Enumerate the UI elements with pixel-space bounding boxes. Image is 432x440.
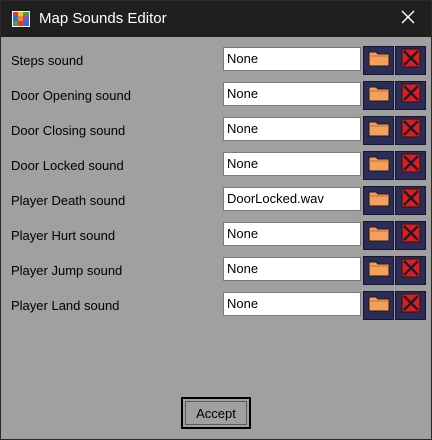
red-x-icon: [400, 152, 422, 179]
folder-icon: [368, 84, 390, 107]
close-button[interactable]: [385, 1, 431, 37]
door-opening-sound-browse-button[interactable]: [363, 81, 394, 110]
row-door-opening-sound: Door Opening sound None: [1, 80, 431, 110]
map-sounds-editor-window: Map Sounds Editor Steps sound None Door …: [0, 0, 432, 440]
player-hurt-sound-browse-button[interactable]: [363, 221, 394, 250]
door-locked-sound-browse-button[interactable]: [363, 151, 394, 180]
player-death-sound-label: Player Death sound: [11, 193, 126, 208]
row-player-death-sound: Player Death sound DoorLocked.wav: [1, 185, 431, 215]
player-hurt-sound-clear-button[interactable]: [395, 221, 426, 250]
row-door-locked-sound: Door Locked sound None: [1, 150, 431, 180]
player-death-sound-clear-button[interactable]: [395, 186, 426, 215]
red-x-icon: [400, 47, 422, 74]
player-land-sound-clear-button[interactable]: [395, 291, 426, 320]
title-bar[interactable]: Map Sounds Editor: [1, 1, 431, 37]
steps-sound-browse-button[interactable]: [363, 46, 394, 75]
row-door-closing-sound: Door Closing sound None: [1, 115, 431, 145]
folder-icon: [368, 224, 390, 247]
door-closing-sound-label: Door Closing sound: [11, 123, 126, 138]
door-opening-sound-label: Door Opening sound: [11, 88, 131, 103]
player-jump-sound-label: Player Jump sound: [11, 263, 123, 278]
folder-icon: [368, 119, 390, 142]
folder-icon: [368, 154, 390, 177]
red-x-icon: [400, 187, 422, 214]
player-hurt-sound-field[interactable]: None: [223, 222, 361, 246]
door-closing-sound-browse-button[interactable]: [363, 116, 394, 145]
player-death-sound-browse-button[interactable]: [363, 186, 394, 215]
folder-icon: [368, 259, 390, 282]
door-locked-sound-clear-button[interactable]: [395, 151, 426, 180]
door-closing-sound-field[interactable]: None: [223, 117, 361, 141]
player-jump-sound-browse-button[interactable]: [363, 256, 394, 285]
red-x-icon: [400, 117, 422, 144]
red-x-icon: [400, 292, 422, 319]
row-player-land-sound: Player Land sound None: [1, 290, 431, 320]
close-icon: [401, 10, 415, 29]
door-locked-sound-field[interactable]: None: [223, 152, 361, 176]
red-x-icon: [400, 82, 422, 109]
player-land-sound-label: Player Land sound: [11, 298, 120, 313]
door-opening-sound-field[interactable]: None: [223, 82, 361, 106]
row-player-hurt-sound: Player Hurt sound None: [1, 220, 431, 250]
steps-sound-clear-button[interactable]: [395, 46, 426, 75]
color-grid-icon: [12, 11, 30, 27]
accept-button[interactable]: Accept: [181, 397, 251, 429]
folder-icon: [368, 189, 390, 212]
folder-icon: [368, 294, 390, 317]
door-locked-sound-label: Door Locked sound: [11, 158, 124, 173]
player-land-sound-browse-button[interactable]: [363, 291, 394, 320]
player-land-sound-field[interactable]: None: [223, 292, 361, 316]
red-x-icon: [400, 222, 422, 249]
player-death-sound-field[interactable]: DoorLocked.wav: [223, 187, 361, 211]
door-opening-sound-clear-button[interactable]: [395, 81, 426, 110]
folder-icon: [368, 49, 390, 72]
player-hurt-sound-label: Player Hurt sound: [11, 228, 116, 243]
steps-sound-field[interactable]: None: [223, 47, 361, 71]
player-jump-sound-field[interactable]: None: [223, 257, 361, 281]
player-jump-sound-clear-button[interactable]: [395, 256, 426, 285]
row-player-jump-sound: Player Jump sound None: [1, 255, 431, 285]
row-steps-sound: Steps sound None: [1, 45, 431, 75]
steps-sound-label: Steps sound: [11, 53, 84, 68]
door-closing-sound-clear-button[interactable]: [395, 116, 426, 145]
red-x-icon: [400, 257, 422, 284]
window-title: Map Sounds Editor: [39, 10, 167, 27]
